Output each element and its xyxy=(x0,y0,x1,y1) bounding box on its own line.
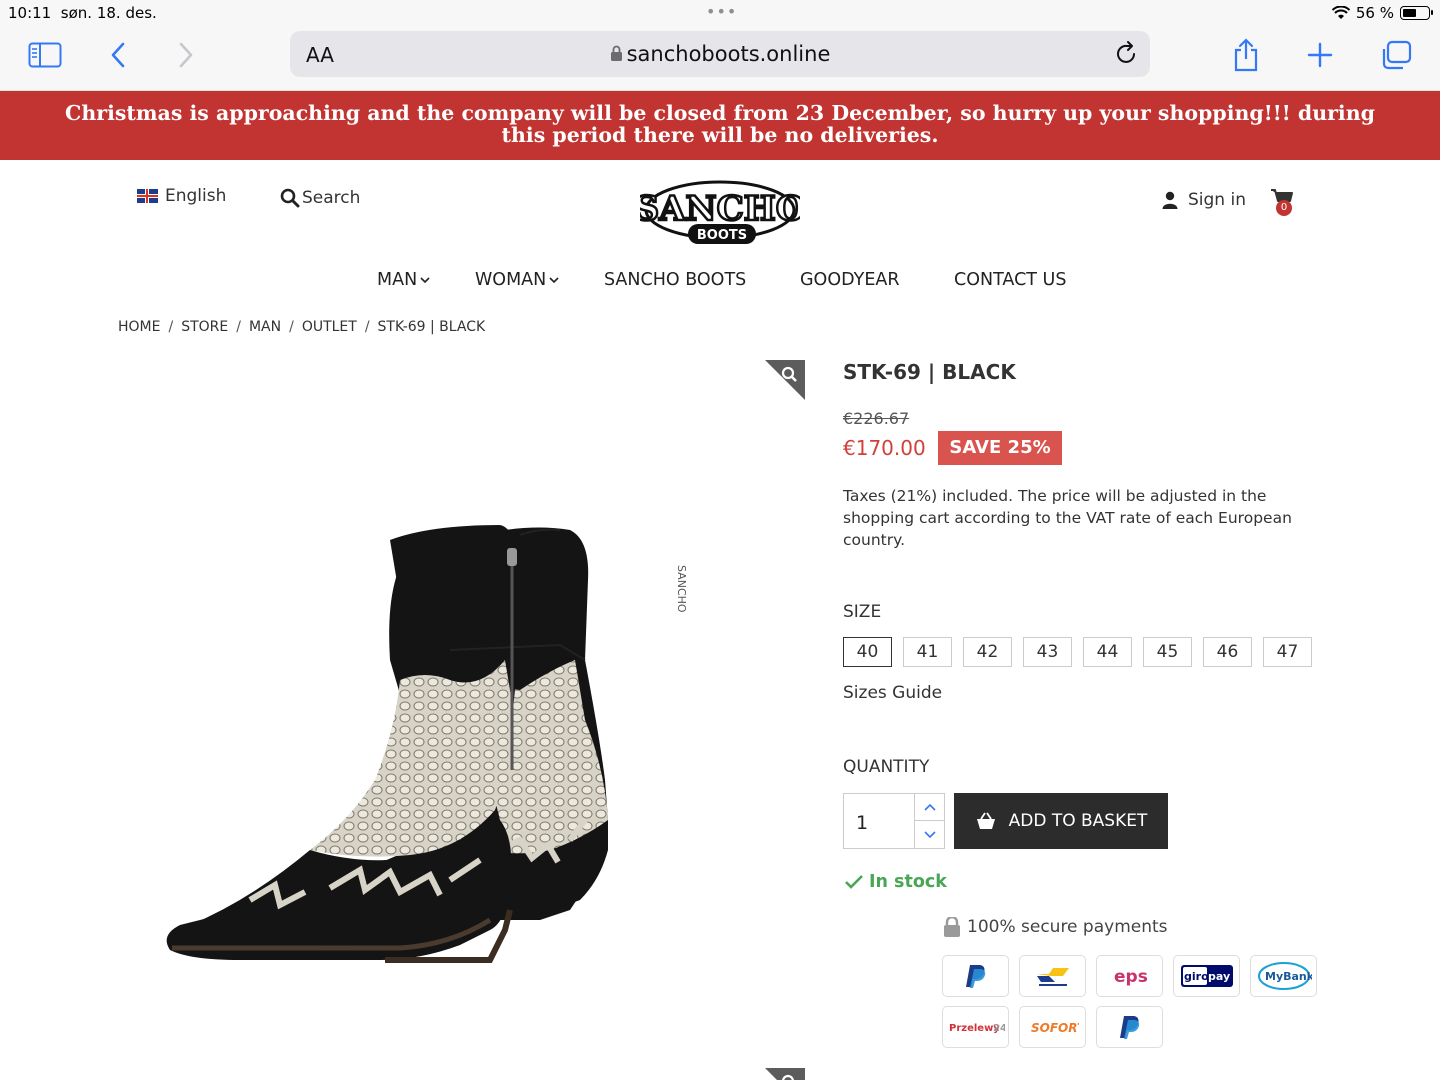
sidebar-icon[interactable] xyxy=(27,38,63,72)
breadcrumb-home[interactable]: HOME xyxy=(118,319,160,335)
quantity-input[interactable]: 1 xyxy=(856,812,868,834)
chevron-down-icon xyxy=(924,830,936,838)
paypal-logo xyxy=(942,955,1009,997)
size-label: SIZE xyxy=(843,602,882,622)
sofort-logo: SOFORT xyxy=(1019,1006,1086,1048)
browser-toolbar: AA sanchoboots.online xyxy=(0,26,1440,91)
chevron-down-icon xyxy=(420,276,430,283)
announcement-banner: Christmas is approaching and the company… xyxy=(0,91,1440,160)
boot-brand-lettering: SANCHO xyxy=(675,565,688,613)
status-bar: 10:11 søn. 18. des. ••• 56 % xyxy=(0,0,1440,26)
zoom-icon-secondary[interactable] xyxy=(765,1068,805,1080)
add-to-basket-label: ADD TO BASKET xyxy=(1008,811,1148,831)
cart-button[interactable]: 0 xyxy=(1270,188,1300,218)
przelewy24-logo: Przelewy 24 xyxy=(942,1006,1009,1048)
share-icon[interactable] xyxy=(1228,38,1264,72)
status-indicators: 56 % xyxy=(1331,4,1433,22)
size-option-47[interactable]: 47 xyxy=(1263,637,1312,667)
address-bar[interactable]: AA sanchoboots.online xyxy=(290,31,1150,77)
nav-item-man[interactable]: MAN xyxy=(377,270,430,290)
product-image[interactable]: SANCHO xyxy=(160,520,760,1000)
sign-in-link[interactable]: Sign in xyxy=(1162,190,1246,210)
current-price: €170.00 xyxy=(843,436,926,460)
size-options: 40 41 42 43 44 45 46 47 xyxy=(843,637,1312,667)
basket-icon xyxy=(976,812,995,829)
size-option-41[interactable]: 41 xyxy=(903,637,952,667)
svg-text:MyBank: MyBank xyxy=(1265,970,1312,983)
back-icon[interactable] xyxy=(100,38,136,72)
search-label: Search xyxy=(302,188,361,208)
size-option-43[interactable]: 43 xyxy=(1023,637,1072,667)
new-tab-icon[interactable] xyxy=(1302,38,1338,72)
nav-item-contact-us[interactable]: CONTACT US xyxy=(954,270,1066,290)
logo-text: SANCHO xyxy=(640,189,800,229)
wifi-icon xyxy=(1331,6,1350,19)
nav-item-goodyear[interactable]: GOODYEAR xyxy=(800,270,900,290)
stock-status: In stock xyxy=(845,872,947,892)
mybank-logo: MyBank xyxy=(1250,955,1317,997)
eps-logo: eps xyxy=(1096,955,1163,997)
svg-text:eps: eps xyxy=(1114,967,1148,987)
tax-note: Taxes (21%) included. The price will be … xyxy=(843,487,1292,549)
discount-badge: SAVE 25% xyxy=(938,431,1062,465)
size-option-44[interactable]: 44 xyxy=(1083,637,1132,667)
search-button[interactable]: Search xyxy=(280,188,360,208)
sizes-guide-link[interactable]: Sizes Guide xyxy=(843,683,942,703)
battery-percent: 56 % xyxy=(1355,4,1394,22)
secure-payments-label: 100% secure payments xyxy=(967,917,1168,937)
chevron-up-icon xyxy=(924,803,936,811)
breadcrumb: HOME / STORE / MAN / OUTLET / STK-69 | BLACK xyxy=(118,319,486,335)
add-to-basket-button[interactable]: ADD TO BASKET xyxy=(954,793,1168,849)
search-icon xyxy=(280,188,300,208)
quantity-decrease-button[interactable] xyxy=(915,821,945,848)
breadcrumb-outlet[interactable]: OUTLET xyxy=(302,319,357,335)
forward-icon[interactable] xyxy=(168,38,204,72)
sign-in-label: Sign in xyxy=(1188,190,1246,210)
battery-icon xyxy=(1400,6,1433,20)
secure-payments: 100% secure payments xyxy=(943,917,1168,937)
checkmark-icon xyxy=(845,875,863,889)
cart-count-badge: 0 xyxy=(1276,200,1292,216)
reload-icon[interactable] xyxy=(1116,41,1138,69)
breadcrumb-store[interactable]: STORE xyxy=(181,319,228,335)
bancontact-logo xyxy=(1019,955,1086,997)
zoom-icon[interactable] xyxy=(765,360,805,400)
product-title: STK-69 | BLACK xyxy=(843,360,1016,384)
language-label: English xyxy=(165,186,227,206)
lock-icon xyxy=(610,45,622,61)
multitasking-dots-icon[interactable]: ••• xyxy=(706,2,737,21)
svg-text:24: 24 xyxy=(993,1023,1005,1034)
size-option-42[interactable]: 42 xyxy=(963,637,1012,667)
nav-item-woman[interactable]: WOMAN xyxy=(475,270,559,290)
tabs-overview-icon[interactable] xyxy=(1378,38,1414,72)
svg-text:giro: giro xyxy=(1184,970,1209,983)
svg-text:SOFORT: SOFORT xyxy=(1031,1021,1079,1035)
quantity-label: QUANTITY xyxy=(843,757,930,777)
quantity-increase-button[interactable] xyxy=(915,794,945,821)
nav-item-sancho-boots[interactable]: SANCHO BOOTS xyxy=(604,270,746,290)
logo-subtext: BOOTS xyxy=(697,228,747,243)
regular-price: €226.67 xyxy=(843,409,910,428)
breadcrumb-current: STK-69 | BLACK xyxy=(377,319,486,335)
quantity-stepper[interactable]: 1 xyxy=(843,793,945,849)
sancho-logo[interactable]: SANCHO BOOTS xyxy=(633,176,807,248)
user-icon xyxy=(1162,191,1178,209)
announcement-text: Christmas is approaching and the company… xyxy=(65,101,1375,147)
size-option-46[interactable]: 46 xyxy=(1203,637,1252,667)
padlock-icon xyxy=(944,917,960,937)
chevron-down-icon xyxy=(549,276,559,283)
stock-label: In stock xyxy=(869,872,947,892)
language-selector[interactable]: English xyxy=(137,186,226,206)
paypal-logo-secondary xyxy=(1096,1006,1163,1048)
breadcrumb-man[interactable]: MAN xyxy=(249,319,281,335)
size-option-40[interactable]: 40 xyxy=(843,637,892,667)
svg-text:pay: pay xyxy=(1208,970,1230,983)
giropay-logo: giro pay xyxy=(1173,955,1240,997)
status-time: 10:11 søn. 18. des. xyxy=(8,4,157,22)
uk-flag-icon xyxy=(137,189,158,203)
size-option-45[interactable]: 45 xyxy=(1143,637,1192,667)
url-text[interactable]: sanchoboots.online xyxy=(290,42,1150,66)
